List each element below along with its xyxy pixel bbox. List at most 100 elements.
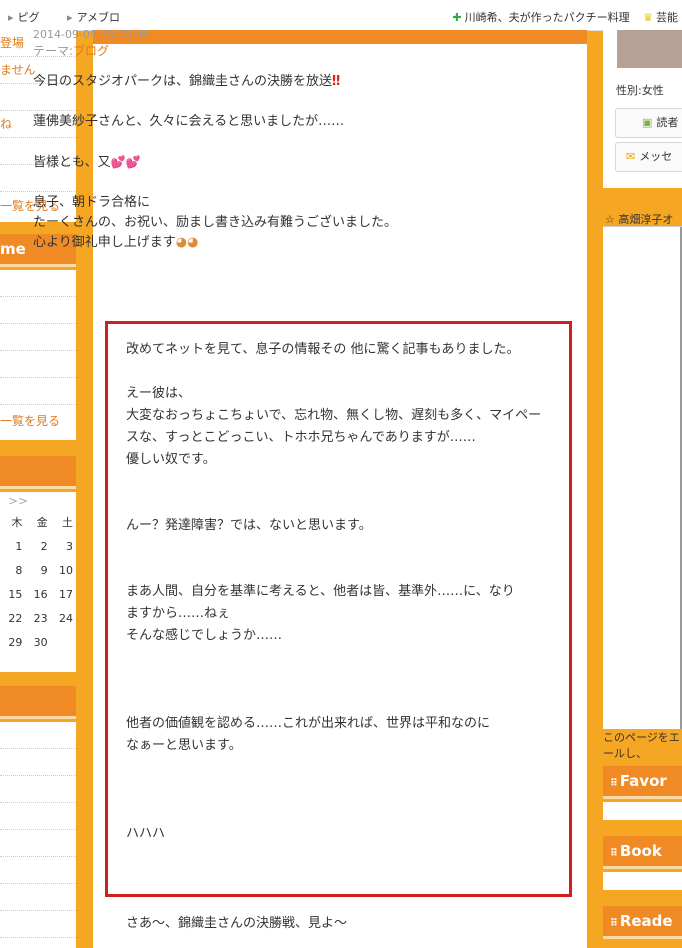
sidebar-heading-readers[interactable]: ⠿ Reade xyxy=(603,906,682,939)
list-item[interactable] xyxy=(0,270,76,297)
entry-text: えー彼は、 xyxy=(126,386,192,401)
entry-text: そんな感じでしょうか…… xyxy=(126,628,283,643)
list-item[interactable] xyxy=(0,803,76,830)
entry-date: 2014-09-09 10:25:41 xyxy=(33,28,150,41)
note-line: ールし、 xyxy=(603,747,647,760)
entry-text: ハハハ xyxy=(126,826,166,841)
calendar-day[interactable]: 15 xyxy=(0,582,25,606)
sidebar-heading xyxy=(0,686,76,719)
sidebar-heading-favorites[interactable]: ⠿ Favor xyxy=(603,766,682,799)
calendar-day[interactable]: 29 xyxy=(0,630,25,654)
calendar-day[interactable]: 1 xyxy=(0,534,25,558)
calendar-day[interactable]: 10 xyxy=(51,558,76,582)
bullet-icon: ⠿ xyxy=(610,848,618,859)
entry-text: 大変なおっちょこちょいで、忘れ物、無くし物、遅刻も多く、マイペー xyxy=(126,408,542,423)
entry-text: んー？発達障害？では、ないと思います。 xyxy=(126,518,372,533)
topics-ticker: ✚ 川崎希、夫が作ったパクチー料理 ♛ 芸能 xyxy=(452,9,678,25)
profile-box: 性別:女性 ▣ 読者 ✉ メッセ xyxy=(603,30,682,188)
calendar-header: 土 xyxy=(62,516,73,529)
entry-text: スな、すっとこどっこい、トホホ兄ちゃんでありますが…… xyxy=(126,430,476,445)
highlighted-entry-text: 改めてネットを見て、息子の情報その 他に驚く記事もありました。 えー彼は、 大変… xyxy=(126,339,556,845)
entry-text: たーくさんの、お祝い、励まし書き込み有難うございました。 xyxy=(33,215,398,230)
nav-pigg-label: ピグ xyxy=(17,11,40,24)
heading-label: Favor xyxy=(619,772,667,790)
entry-text: 皆様とも、又 xyxy=(33,155,111,170)
nav-pigg[interactable]: ▸ ピグ xyxy=(8,11,52,24)
heading-label: Book xyxy=(619,842,662,860)
calendar-day[interactable]: 23 xyxy=(25,606,50,630)
entry-text: なぁーと思います。 xyxy=(126,738,242,753)
book-icon: ▣ xyxy=(642,116,653,129)
calendar-day[interactable]: 2 xyxy=(25,534,50,558)
entry-text: 優しい奴です。 xyxy=(126,452,216,467)
view-all-link[interactable]: 一覧を見る xyxy=(0,411,76,431)
entry-text: ますから……ねぇ xyxy=(126,606,231,621)
note-line: このページをエ xyxy=(603,731,680,744)
nav-ameblo[interactable]: ▸ アメブロ xyxy=(67,11,132,24)
calendar-day[interactable]: 22 xyxy=(0,606,25,630)
calendar-day[interactable]: 30 xyxy=(25,630,50,654)
sidebar-blank-box xyxy=(603,872,682,890)
blog-entry: 2014-09-09 10:25:41 テーマ:ブログ 今日のスタジオパークは、… xyxy=(33,28,473,253)
top-navigation-bar: ▸ ピグ ▸ アメブロ ✚ 川崎希、夫が作ったパクチー料理 ♛ 芸能 xyxy=(0,0,682,31)
calendar-day[interactable]: 17 xyxy=(51,582,76,606)
calendar-day[interactable]: 8 xyxy=(0,558,25,582)
bowing-face-emoji-icon: ◕◕ xyxy=(175,235,199,250)
profile-gender: 性別:女性 xyxy=(616,84,664,97)
entry-paragraph: 皆様とも、又💕💕 xyxy=(33,152,473,173)
entry-text: 心より御礼申し上げます xyxy=(33,235,176,250)
calendar-next-button[interactable]: >> xyxy=(0,492,76,510)
right-sidebar: 性別:女性 ▣ 読者 ✉ メッセ ☆ 高畑淳子オ このページをエ ールし、 ⠿ Fav… xyxy=(603,30,682,948)
embedded-widget xyxy=(603,226,682,729)
profile-photo[interactable] xyxy=(617,30,682,68)
list-item[interactable] xyxy=(0,351,76,378)
leaf-icon: ✚ xyxy=(452,11,462,24)
entry-text: 改めてネットを見て、息子の情報その 他に驚く記事もありました。 xyxy=(126,342,520,357)
theme-link[interactable]: ブログ xyxy=(73,44,109,58)
sidebar-heading-calendar xyxy=(0,456,76,489)
widget-title: ☆ 高畑淳子オ xyxy=(605,213,674,226)
nav-ameblo-label: アメブロ xyxy=(76,11,121,24)
crown-icon: ♛ xyxy=(643,11,653,24)
list-item[interactable] xyxy=(0,776,76,803)
widget-note: このページをエ ールし、 xyxy=(603,730,682,762)
exclamation-emoji-icon: ‼ xyxy=(332,74,341,89)
entry-text: 息子、朝ドラ合格に xyxy=(33,195,151,210)
calendar-day[interactable]: 3 xyxy=(51,534,76,558)
list-item[interactable] xyxy=(0,324,76,351)
entry-paragraph: 心より御礼申し上げます◕◕ xyxy=(33,233,473,253)
list-item[interactable] xyxy=(0,297,76,324)
list-item[interactable] xyxy=(0,830,76,857)
entry-text: 蓮佛美紗子さんと、久々に会えると思いましたが…… xyxy=(33,114,345,129)
entry-text: まあ人間、自分を基準に考えると、他者は皆、基準外……に、なり xyxy=(126,584,515,599)
calendar-day[interactable]: 9 xyxy=(25,558,50,582)
bullet-icon: ⠿ xyxy=(610,918,618,929)
calendar-day[interactable]: 24 xyxy=(51,606,76,630)
entry-text: 今日のスタジオパークは、錦織圭さんの決勝を放送 xyxy=(33,74,333,89)
follow-button[interactable]: ▣ 読者 xyxy=(615,108,682,138)
list-item[interactable] xyxy=(0,884,76,911)
message-button-label: メッセ xyxy=(639,150,673,163)
entry-paragraph: 今日のスタジオパークは、錦織圭さんの決勝を放送‼ xyxy=(33,72,473,92)
follow-button-label: 読者 xyxy=(656,116,679,129)
calendar-day[interactable] xyxy=(51,630,76,654)
list-item[interactable] xyxy=(0,722,76,749)
sidebar-heading-books[interactable]: ⠿ Book xyxy=(603,836,682,869)
sidebar-list-box-bottom xyxy=(0,722,76,948)
entry-theme: テーマ:ブログ xyxy=(33,42,473,60)
envelope-icon: ✉ xyxy=(626,150,636,163)
global-nav: ▸ ピグ ▸ アメブロ xyxy=(8,9,144,25)
heading-label: Reade xyxy=(619,912,673,930)
topic-link[interactable]: 川崎希、夫が作ったパクチー料理 xyxy=(465,11,630,24)
list-item[interactable] xyxy=(0,911,76,938)
list-item[interactable] xyxy=(0,378,76,405)
calendar-header: 金 xyxy=(36,516,48,529)
message-button[interactable]: ✉ メッセ xyxy=(615,142,682,172)
list-item[interactable] xyxy=(0,857,76,884)
entry-text: さあ～、錦織圭さんの決勝戦、見よ～ xyxy=(126,916,348,931)
sidebar-blank-box xyxy=(603,802,682,820)
entertainment-link[interactable]: 芸能 xyxy=(656,11,678,24)
list-item[interactable] xyxy=(0,749,76,776)
calendar-day[interactable]: 16 xyxy=(25,582,50,606)
sidebar-theme-box: 一覧を見る xyxy=(0,270,76,440)
